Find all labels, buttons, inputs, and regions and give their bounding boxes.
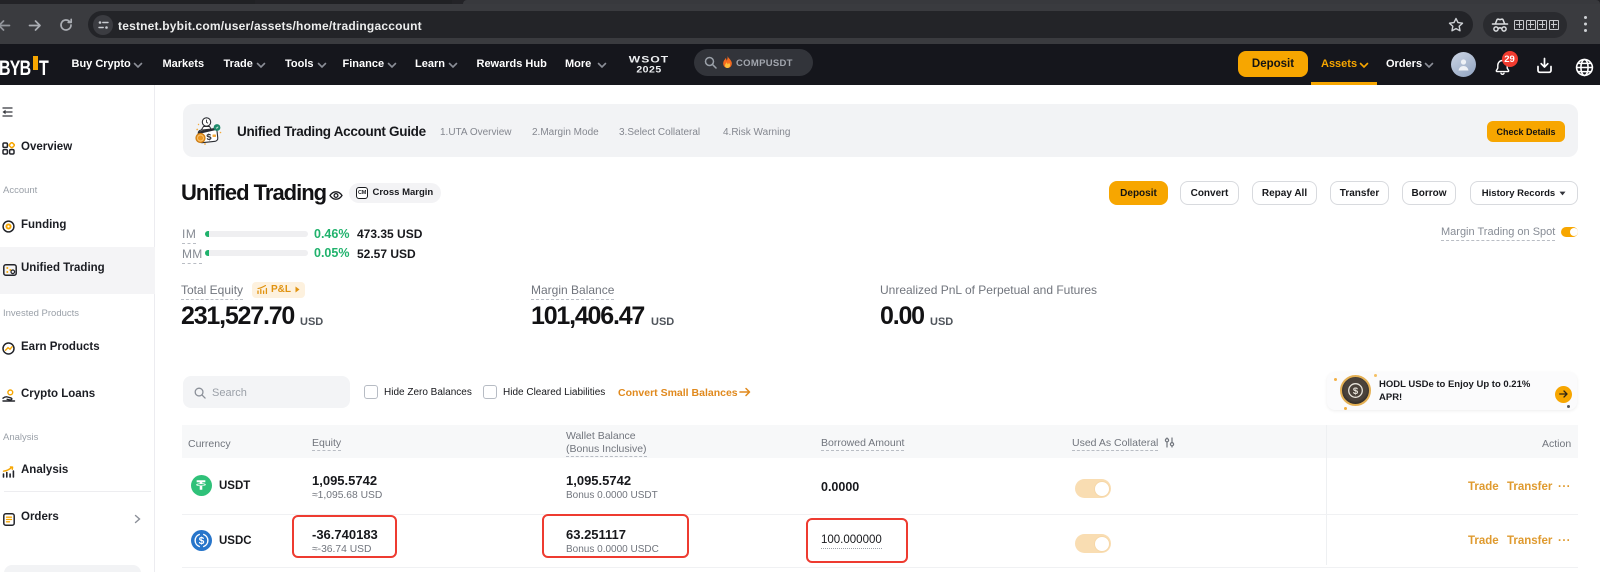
svg-text:$: $ — [1353, 386, 1359, 397]
svg-text:$: $ — [206, 132, 212, 142]
svg-text:$: $ — [198, 536, 204, 547]
